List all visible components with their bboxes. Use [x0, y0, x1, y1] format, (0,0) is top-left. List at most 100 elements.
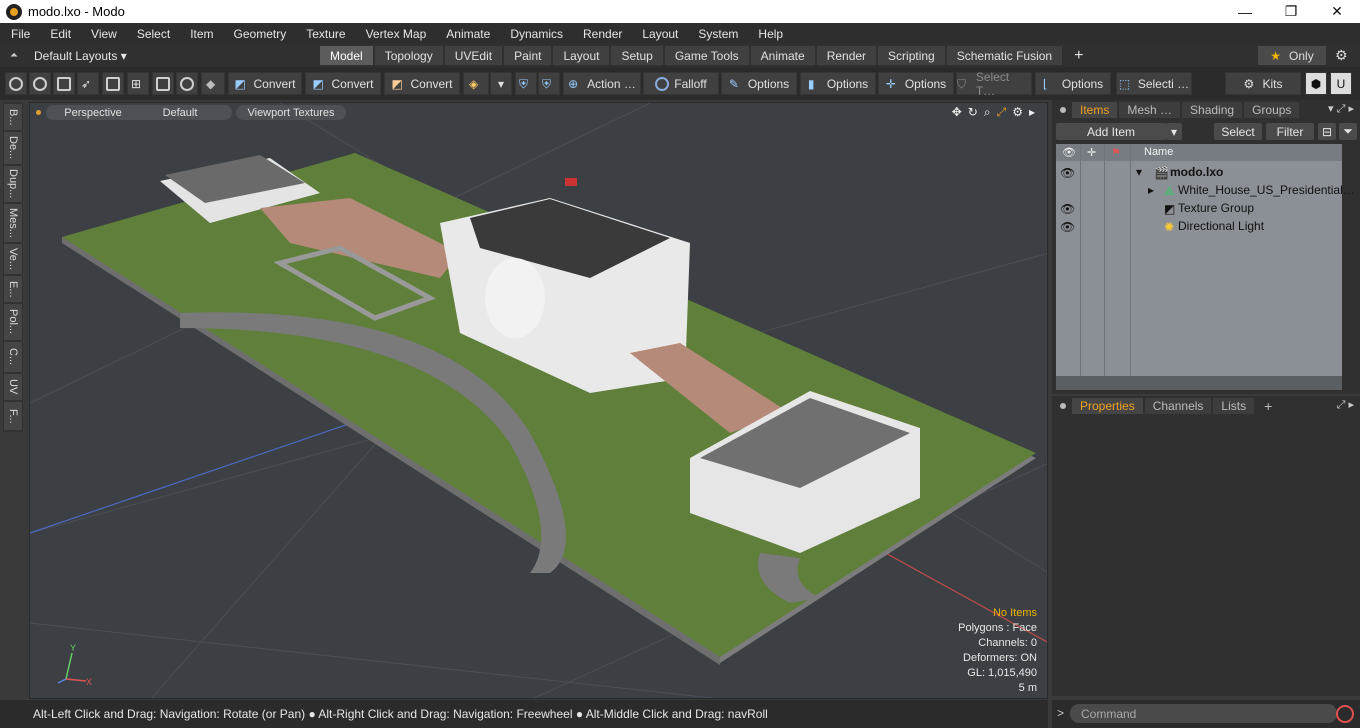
close-button[interactable]: ✕ [1314, 0, 1360, 23]
gear-icon[interactable]: ⚙ [1335, 47, 1352, 64]
snap-dropdown[interactable]: ▾ [490, 72, 512, 95]
viewport-menu-arrow-icon[interactable]: ▸ [1029, 105, 1035, 120]
options-button-4[interactable]: ⌊ Options [1035, 72, 1111, 95]
menu-file[interactable]: File [0, 27, 39, 41]
left-tab-polygon[interactable]: Pol... [4, 304, 22, 340]
command-stop-icon[interactable] [1336, 705, 1354, 723]
command-input[interactable]: Command [1070, 704, 1337, 723]
menu-layout[interactable]: Layout [631, 27, 687, 41]
snap-button[interactable]: ◈ [463, 72, 489, 95]
viewport-textures-dropdown[interactable]: Viewport Textures [236, 105, 346, 120]
tab-game-tools[interactable]: Game Tools [664, 46, 749, 65]
left-tab-fusion[interactable]: F... [4, 402, 22, 430]
viewport-gear-icon[interactable]: ⚙ [1012, 105, 1023, 120]
tab-animate[interactable]: Animate [750, 46, 815, 65]
select-button[interactable]: Select [1214, 123, 1262, 140]
center-button[interactable]: ⊞ [127, 72, 149, 95]
options-button-2[interactable]: ▮ Options [800, 72, 876, 95]
menu-item[interactable]: Item [179, 27, 222, 41]
tab-groups[interactable]: Groups [1244, 102, 1300, 118]
menu-animate[interactable]: Animate [435, 27, 499, 41]
panel-controls-icon[interactable]: ⤢ ▸ [1337, 398, 1354, 412]
menu-dynamics[interactable]: Dynamics [499, 27, 572, 41]
mesh-item-button[interactable]: ◆ [201, 72, 225, 95]
pivot-button[interactable] [152, 72, 174, 95]
menu-vertex-map[interactable]: Vertex Map [355, 27, 436, 41]
select-vertices-button[interactable] [5, 72, 27, 95]
tab-render[interactable]: Render [816, 46, 877, 65]
convert-button-2[interactable]: ◩ Convert [305, 72, 381, 95]
menu-view[interactable]: View [80, 27, 126, 41]
horizontal-scrollbar[interactable] [1056, 376, 1342, 390]
left-tab-uv[interactable]: UV [4, 374, 22, 400]
3d-viewport[interactable]: Perspective Default Viewport Textures ✥ … [29, 102, 1048, 699]
eye-icon[interactable]: 👁 [1060, 166, 1075, 180]
pan-icon[interactable]: ✥ [952, 105, 962, 120]
tab-mesh[interactable]: Mesh … [1119, 102, 1181, 118]
tab-layout[interactable]: Layout [553, 46, 610, 65]
eye-icon[interactable]: 👁 [1060, 202, 1075, 216]
expand-arrow-icon[interactable]: ▸ [1148, 183, 1154, 197]
menu-edit[interactable]: Edit [39, 27, 80, 41]
convert-button-1[interactable]: ◩ Convert [228, 72, 302, 95]
zoom-icon[interactable]: ⌕ [984, 105, 991, 120]
add-item-dropdown[interactable]: ▾ [1166, 123, 1182, 140]
left-tab-vertex[interactable]: Ve... [4, 244, 22, 274]
item-list[interactable]: 👁 ✛ ⚑ Name 👁 ▾ 🎬 modo.lxo ▸ ⟁ White_Hous… [1056, 144, 1355, 376]
unreal-icon-button[interactable]: U [1330, 72, 1352, 95]
menu-geometry[interactable]: Geometry [223, 27, 296, 41]
tab-uvedit[interactable]: UVEdit [444, 46, 503, 65]
left-tab-mesh-edit[interactable]: Mes... [4, 204, 22, 242]
tab-setup[interactable]: Setup [611, 46, 663, 65]
add-tab-icon[interactable]: + [1256, 398, 1280, 414]
select-edges-button[interactable] [29, 72, 51, 95]
workplane-button[interactable]: ⛨ [538, 72, 560, 95]
add-tab-icon[interactable]: + [1064, 46, 1093, 65]
options-button-1[interactable]: ✎ Options [721, 72, 797, 95]
filter-button[interactable]: Filter [1266, 123, 1314, 140]
perspective-dropdown[interactable]: Perspective [46, 105, 140, 120]
panel-controls-icon[interactable]: ▾ ⤢ ▸ [1328, 102, 1354, 116]
item-row-directional-light[interactable]: 👁 ✺ Directional Light [1056, 217, 1342, 235]
item-row-mesh[interactable]: ▸ ⟁ White_House_US_Presidential… [1056, 181, 1355, 199]
unity-icon-button[interactable]: ⬢ [1305, 72, 1327, 95]
menu-select[interactable]: Select [126, 27, 179, 41]
select-materials-button[interactable] [102, 72, 124, 95]
fit-icon[interactable]: ⤢ [997, 105, 1007, 120]
menu-system[interactable]: System [687, 27, 747, 41]
minimize-button[interactable]: — [1222, 0, 1268, 23]
expand-arrow-icon[interactable]: ▾ [1136, 165, 1142, 179]
collapse-icon[interactable]: ⏶ [10, 50, 18, 61]
scene-render[interactable] [30, 103, 1048, 699]
convert-button-3[interactable]: ◩ Convert [384, 72, 460, 95]
menu-help[interactable]: Help [747, 27, 792, 41]
collapse-icon-button[interactable]: ⊟ [1318, 123, 1336, 140]
tab-scripting[interactable]: Scripting [878, 46, 945, 65]
tab-topology[interactable]: Topology [374, 46, 443, 65]
select-polygons-button[interactable] [53, 72, 75, 95]
funnel-icon[interactable]: ⏷ [1339, 123, 1357, 140]
tab-model[interactable]: Model [320, 46, 373, 65]
add-item-button[interactable]: Add Item [1056, 123, 1166, 140]
tab-schematic-fusion[interactable]: Schematic Fusion [946, 46, 1063, 65]
maximize-button[interactable]: ❐ [1268, 0, 1314, 23]
left-tab-deform[interactable]: De... [4, 132, 22, 164]
falloff-button[interactable]: Falloff [643, 72, 719, 95]
left-tab-duplicate[interactable]: Dup... [4, 166, 22, 202]
shading-dropdown[interactable]: Default [128, 105, 232, 120]
tab-properties[interactable]: Properties [1072, 398, 1143, 414]
left-tab-curve[interactable]: C... [4, 342, 22, 372]
tab-paint[interactable]: Paint [504, 46, 552, 65]
select-through-button[interactable]: ⛉ Select T… [956, 70, 1032, 98]
menu-render[interactable]: Render [572, 27, 631, 41]
kits-button[interactable]: ⚙ Kits [1225, 72, 1301, 95]
rotate-icon[interactable]: ↻ [968, 105, 978, 120]
tab-channels[interactable]: Channels [1144, 398, 1212, 414]
symmetry-button[interactable]: ⛨ [515, 72, 537, 95]
item-row-texture-group[interactable]: 👁 ◩ Texture Group [1056, 199, 1342, 217]
options-button-3[interactable]: ✛ Options [878, 72, 954, 95]
selection-button[interactable]: ⬚ Selecti … [1116, 72, 1192, 95]
menu-texture[interactable]: Texture [295, 27, 354, 41]
tab-lists[interactable]: Lists [1213, 398, 1255, 414]
only-toggle[interactable]: ★ Only [1258, 46, 1326, 65]
